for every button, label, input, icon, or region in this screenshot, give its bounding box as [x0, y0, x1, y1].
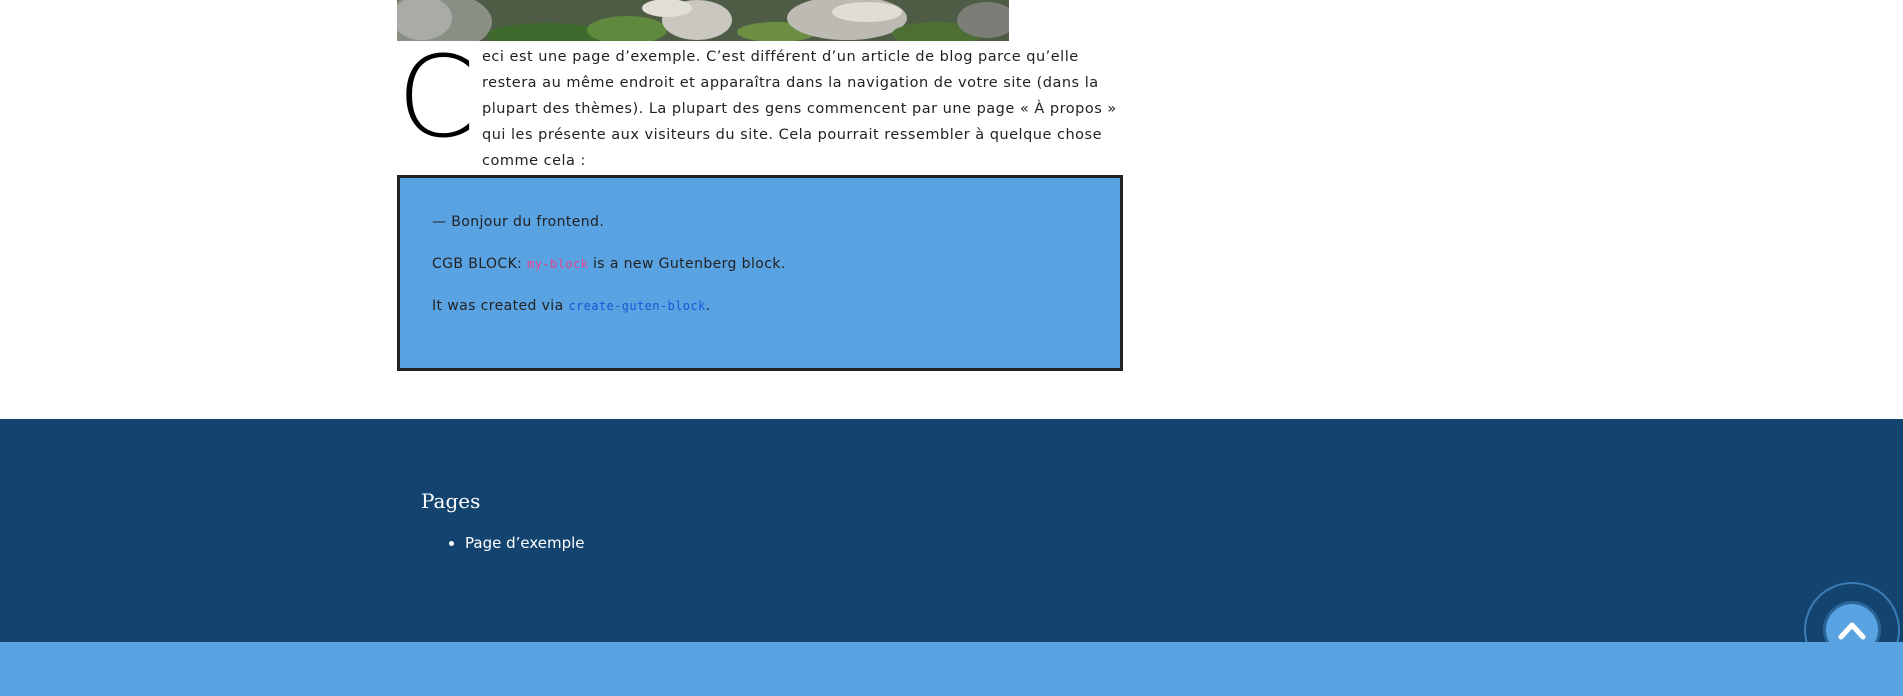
cgb-description: CGB BLOCK: my-block is a new Gutenberg b…	[432, 254, 1088, 274]
cgb-credit-suffix: .	[705, 298, 711, 314]
cgb-description-prefix: CGB BLOCK:	[432, 256, 528, 272]
footer-page-link[interactable]: Page d’exemple	[465, 534, 585, 552]
header-image	[397, 0, 1009, 41]
cgb-credit-prefix: It was created via	[432, 298, 569, 314]
chevron-up-icon	[1838, 622, 1866, 640]
site-footer: Pages Page d’exemple	[0, 419, 1903, 642]
page-content: C eci est une page d’exemple. C’est diff…	[397, 33, 1123, 174]
scroll-to-top-button[interactable]	[1826, 604, 1878, 656]
create-guten-block-link[interactable]: create-guten-block	[568, 299, 705, 313]
footer-bottom-bar	[0, 642, 1903, 696]
cgb-credit: It was created via create-guten-block.	[432, 296, 1088, 316]
block-name-code: my-block	[527, 257, 589, 271]
footer-widget-title: Pages	[421, 489, 481, 513]
cgb-greeting: — Bonjour du frontend.	[432, 214, 605, 230]
footer-pages-list: Page d’exemple	[443, 534, 585, 552]
cgb-block: — Bonjour du frontend. CGB BLOCK: my-blo…	[397, 175, 1123, 371]
drop-cap: C	[397, 33, 476, 163]
cgb-description-suffix: is a new Gutenberg block.	[588, 256, 786, 272]
intro-paragraph: eci est une page d’exemple. C’est différ…	[482, 49, 1117, 169]
